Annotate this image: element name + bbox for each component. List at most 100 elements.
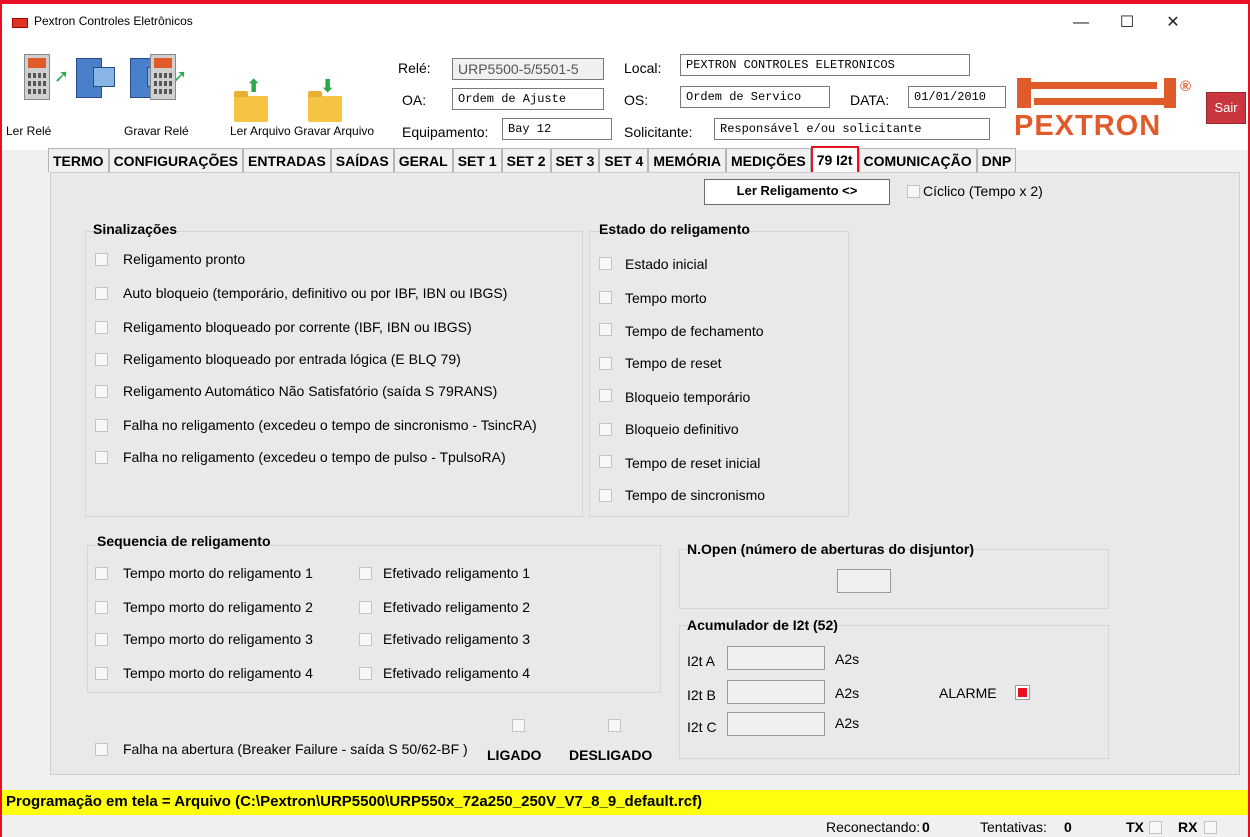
tab-configuracoes[interactable]: CONFIGURAÇÕES (108, 148, 244, 172)
sinal-checkbox-4[interactable] (95, 353, 108, 366)
estado-label-1: Estado inicial (625, 256, 708, 272)
tab-geral[interactable]: GERAL (393, 148, 453, 172)
sinal-checkbox-2[interactable] (95, 287, 108, 300)
sinal-label-1: Religamento pronto (123, 251, 246, 267)
folder-save-icon (308, 91, 342, 122)
tx-label: TX (1126, 819, 1144, 835)
sinal-checkbox-3[interactable] (95, 321, 108, 334)
ler-arquivo-button[interactable]: ⬆ Ler Arquivo (228, 48, 294, 140)
equipamento-field[interactable]: Bay 12 (502, 118, 612, 140)
minimize-button[interactable]: — (1058, 10, 1104, 36)
tab-medicoes[interactable]: MEDIÇÕES (726, 148, 811, 172)
seq-tempo-label-4: Tempo morto do religamento 4 (123, 665, 313, 681)
tab-entradas[interactable]: ENTRADAS (243, 148, 331, 172)
pextron-logo: ® PEXTRON (1014, 78, 1194, 158)
app-window: Pextron Controles Eletrônicos — ☐ ✕ ➚ Le… (0, 0, 1250, 837)
close-button[interactable]: ✕ (1150, 10, 1196, 36)
solicitante-label: Solicitante: (624, 124, 693, 140)
estado-checkbox-6[interactable] (599, 423, 612, 436)
estado-checkbox-1[interactable] (599, 257, 612, 270)
sinal-label-5: Religamento Automático Não Satisfatório … (123, 383, 498, 399)
tentativas-value: 0 (1064, 819, 1072, 835)
i2t-c-field (727, 712, 825, 736)
sinal-label-2: Auto bloqueio (temporário, definitivo ou… (123, 285, 508, 301)
seq-efetivado-label-4: Efetivado religamento 4 (383, 665, 531, 681)
gravar-arquivo-label: Gravar Arquivo (294, 124, 375, 138)
estado-checkbox-5[interactable] (599, 389, 612, 402)
gravar-rele-button[interactable]: ➚ Gravar Relé (120, 48, 216, 140)
estado-checkbox-7[interactable] (599, 455, 612, 468)
bottom-status-bar: Reconectando: 0 Tentativas: 0 TX RX (2, 815, 1248, 837)
sinal-checkbox-7[interactable] (95, 451, 108, 464)
solicitante-field[interactable]: Responsável e/ou solicitante (714, 118, 990, 140)
estado-label-4: Tempo de reset (625, 355, 722, 371)
arrow-right-icon: ➚ (54, 66, 70, 86)
sinal-label-3: Religamento bloqueado por corrente (IBF,… (123, 319, 472, 335)
seq-tempo-label-3: Tempo morto do religamento 3 (123, 631, 313, 647)
seq-efetivado-label-3: Efetivado religamento 3 (383, 631, 531, 647)
tab-set-4[interactable]: SET 4 (599, 148, 649, 172)
tab-79-i2t[interactable]: 79 I2t (810, 146, 859, 174)
arrow-down-icon: ⬇ (320, 76, 336, 96)
estado-checkbox-4[interactable] (599, 357, 612, 370)
nopen-field (837, 569, 891, 593)
seq-tempo-checkbox-4[interactable] (95, 667, 108, 680)
local-field[interactable]: PEXTRON CONTROLES ELETRONICOS (680, 54, 970, 76)
breaker-failure-checkbox[interactable] (95, 743, 108, 756)
ler-rele-button[interactable]: ➚ Ler Relé (6, 48, 116, 140)
tab-set-1[interactable]: SET 1 (452, 148, 502, 172)
sinal-checkbox-6[interactable] (95, 419, 108, 432)
i2t-c-unit: A2s (835, 715, 860, 731)
estado-checkbox-8[interactable] (599, 489, 612, 502)
estado-label-5: Bloqueio temporário (625, 389, 751, 405)
tab-dnp[interactable]: DNP (976, 148, 1017, 172)
rx-indicator (1204, 821, 1217, 834)
desligado-indicator (608, 719, 621, 732)
equipamento-label: Equipamento: (402, 124, 489, 140)
seq-tempo-checkbox-3[interactable] (95, 633, 108, 646)
ciclico-label: Cíclico (Tempo x 2) (923, 183, 1043, 199)
seq-efetivado-checkbox-1[interactable] (359, 567, 372, 580)
sair-button[interactable]: Sair (1206, 92, 1246, 124)
sinal-checkbox-5[interactable] (95, 385, 108, 398)
seq-tempo-label-2: Tempo morto do religamento 2 (123, 599, 313, 615)
tab-memoria[interactable]: MEMÓRIA (648, 148, 726, 172)
gravar-arquivo-button[interactable]: ⬇ Gravar Arquivo (294, 48, 378, 140)
i2t-a-label: I2t A (687, 653, 716, 669)
ligado-label: LIGADO (487, 747, 542, 763)
ler-rele-label: Ler Relé (6, 124, 52, 138)
tab-termo[interactable]: TERMO (48, 148, 109, 172)
rx-label: RX (1178, 819, 1198, 835)
sinal-checkbox-1[interactable] (95, 253, 108, 266)
alarme-indicator (1015, 685, 1030, 700)
seq-efetivado-checkbox-4[interactable] (359, 667, 372, 680)
seq-tempo-checkbox-2[interactable] (95, 601, 108, 614)
ler-arquivo-label: Ler Arquivo (230, 124, 291, 138)
ciclico-checkbox[interactable] (907, 185, 920, 198)
relay-icon (150, 54, 176, 100)
seq-efetivado-label-2: Efetivado religamento 2 (383, 599, 531, 615)
data-field[interactable]: 01/01/2010 (908, 86, 1006, 108)
ler-religamento-button[interactable]: Ler Religamento <> (704, 179, 890, 205)
tab-saidas[interactable]: SAÍDAS (330, 148, 394, 172)
i2t-a-field (727, 646, 825, 670)
estado-label-8: Tempo de sincronismo (625, 487, 766, 503)
tab-set-2[interactable]: SET 2 (501, 148, 551, 172)
tab-comunicacao[interactable]: COMUNICAÇÃO (858, 148, 977, 172)
tx-indicator (1149, 821, 1162, 834)
local-label: Local: (624, 60, 662, 76)
sequencia-title: Sequencia de religamento (97, 533, 271, 549)
tab-panel-79-i2t: Ler Religamento <> Cíclico (Tempo x 2) S… (50, 172, 1240, 775)
estado-checkbox-3[interactable] (599, 323, 612, 336)
tab-set-3[interactable]: SET 3 (550, 148, 600, 172)
maximize-button[interactable]: ☐ (1104, 10, 1150, 36)
sinal-label-6: Falha no religamento (excedeu o tempo de… (123, 417, 537, 433)
breaker-failure-label: Falha na abertura (Breaker Failure - saí… (123, 741, 468, 757)
i2t-a-unit: A2s (835, 651, 860, 667)
oa-field[interactable]: Ordem de Ajuste (452, 88, 604, 110)
seq-efetivado-checkbox-2[interactable] (359, 601, 372, 614)
seq-efetivado-checkbox-3[interactable] (359, 633, 372, 646)
estado-checkbox-2[interactable] (599, 291, 612, 304)
os-field[interactable]: Ordem de Servico (680, 86, 830, 108)
seq-tempo-checkbox-1[interactable] (95, 567, 108, 580)
